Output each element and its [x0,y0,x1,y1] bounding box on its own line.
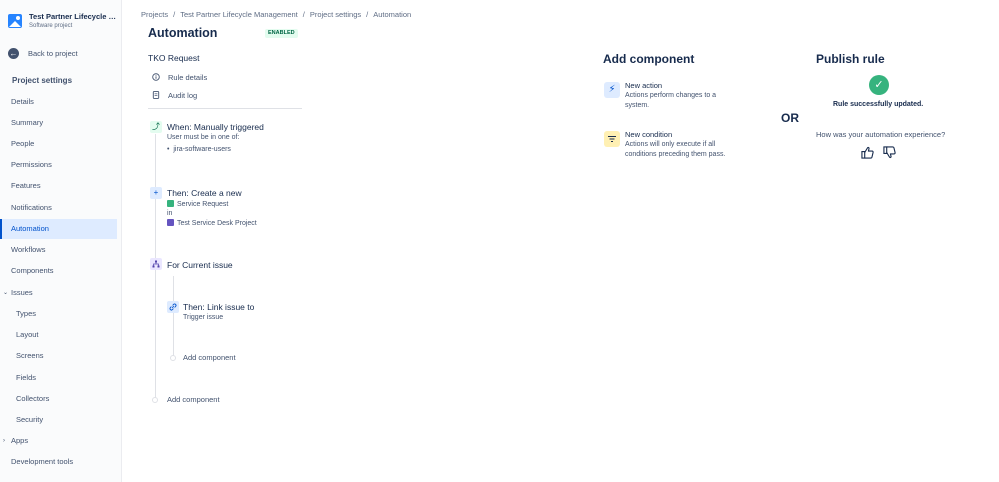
sidebar-item-development-tools[interactable]: Development tools [0,452,117,472]
status-badge: ENABLED [265,29,298,38]
add-component-inner-button[interactable]: Add component [183,353,236,362]
issue-type: Service Request [167,200,228,208]
sidebar-section-title: Project settings [12,76,73,85]
breadcrumb-project[interactable]: Test Partner Lifecycle Management [180,10,298,19]
link-action-title[interactable]: Then: Link issue to [183,302,254,312]
new-condition-desc-line1: Actions will only execute if all [625,141,716,148]
audit-log-label: Audit log [168,90,198,100]
sidebar-item-collectors[interactable]: Collectors [0,389,117,409]
breadcrumb-separator: / [366,10,369,19]
check-icon: ✓ [869,75,889,95]
trigger-group-item: • jira-software-users [167,146,231,153]
service-request-icon [167,200,174,207]
sidebar-item-screens[interactable]: Screens [0,346,117,366]
publish-title: Publish rule [816,52,885,66]
rule-name: TKO Request [148,53,200,63]
audit-log-link[interactable]: Audit log [152,89,197,101]
create-action-title[interactable]: Then: Create a new [167,188,242,198]
sidebar-item-details[interactable]: Details [0,92,117,112]
sidebar-item-issues[interactable]: ⌄ Issues [0,283,117,303]
target-project-label: Test Service Desk Project [177,220,257,227]
project-avatar-icon [8,14,22,28]
document-icon [152,91,160,99]
project-header[interactable]: Test Partner Lifecycle Management Softwa… [8,10,120,34]
breadcrumb-separator: / [173,10,176,19]
sidebar-item-apps-label: Apps [11,436,29,445]
project-name: Test Partner Lifecycle Management [29,12,117,21]
back-to-project-link[interactable]: ← Back to project [8,46,78,60]
sidebar-item-workflows[interactable]: Workflows [0,240,117,260]
add-component-outer-button[interactable]: Add component [167,395,220,404]
breadcrumb-automation[interactable]: Automation [373,10,411,19]
target-project: Test Service Desk Project [167,219,257,227]
new-action-desc-line1: Actions perform changes to a [625,92,717,99]
success-message: Rule successfully updated. [833,101,924,108]
sidebar-item-notifications[interactable]: Notifications [0,198,117,218]
new-action-desc-line2: system. [625,102,650,109]
sidebar-item-automation[interactable]: Automation [0,219,117,239]
sidebar-item-fields[interactable]: Fields [0,368,117,388]
trigger-icon: ⤴ [150,121,162,133]
add-component-dot [152,397,158,403]
rule-details-link[interactable]: Rule details [152,71,207,83]
sidebar-item-security[interactable]: Security [0,410,117,430]
add-component-dot [170,355,176,361]
trigger-group: jira-software-users [173,146,231,153]
chevron-down-icon: ⌄ [3,290,9,296]
info-icon [152,73,160,81]
branch-title[interactable]: For Current issue [167,260,233,270]
sidebar-item-types[interactable]: Types [0,304,117,324]
sidebar-item-permissions[interactable]: Permissions [0,155,117,175]
arrow-left-icon: ← [8,47,19,59]
breadcrumb-projects[interactable]: Projects [141,10,168,19]
sidebar-item-layout[interactable]: Layout [0,325,117,345]
link-icon [167,301,179,313]
lightning-icon[interactable]: ⚡ [604,82,620,98]
rule-details-label: Rule details [168,72,208,82]
sidebar-item-issues-label: Issues [11,288,33,297]
thumbs-down-icon[interactable] [883,146,896,159]
new-condition-desc-line2: conditions preceding them pass. [625,151,726,158]
issue-type-label: Service Request [177,201,229,208]
trigger-title[interactable]: When: Manually triggered [167,122,264,132]
divider [148,108,302,109]
trigger-condition: User must be in one of: [167,134,240,141]
new-action-button[interactable]: New action [625,81,662,90]
sidebar: Test Partner Lifecycle Management Softwa… [0,0,122,482]
sidebar-item-features[interactable]: Features [0,176,117,196]
back-label: Back to project [28,48,78,58]
branch-icon [150,258,162,270]
add-component-title: Add component [603,52,695,66]
branch-connector [173,276,174,356]
feedback-question: How was your automation experience? [816,130,946,139]
breadcrumb: Projects / Test Partner Lifecycle Manageme… [141,10,411,19]
thumbs-up-icon[interactable] [861,146,874,159]
filter-icon[interactable] [604,131,620,147]
breadcrumb-separator: / [302,10,305,19]
chevron-right-icon: › [3,438,5,444]
new-condition-button[interactable]: New condition [625,130,672,139]
project-avatar-icon [167,219,174,226]
or-label: OR [781,111,799,125]
sidebar-item-summary[interactable]: Summary [0,113,117,133]
breadcrumb-project-settings[interactable]: Project settings [310,10,361,19]
plus-icon: + [150,187,162,199]
in-label: in [167,210,173,217]
sidebar-item-components[interactable]: Components [0,261,117,281]
sidebar-item-people[interactable]: People [0,134,117,154]
link-target: Trigger issue [183,314,224,321]
sidebar-item-apps[interactable]: › Apps [0,431,117,451]
project-type: Software project [29,23,73,29]
page-title: Automation [148,26,218,40]
